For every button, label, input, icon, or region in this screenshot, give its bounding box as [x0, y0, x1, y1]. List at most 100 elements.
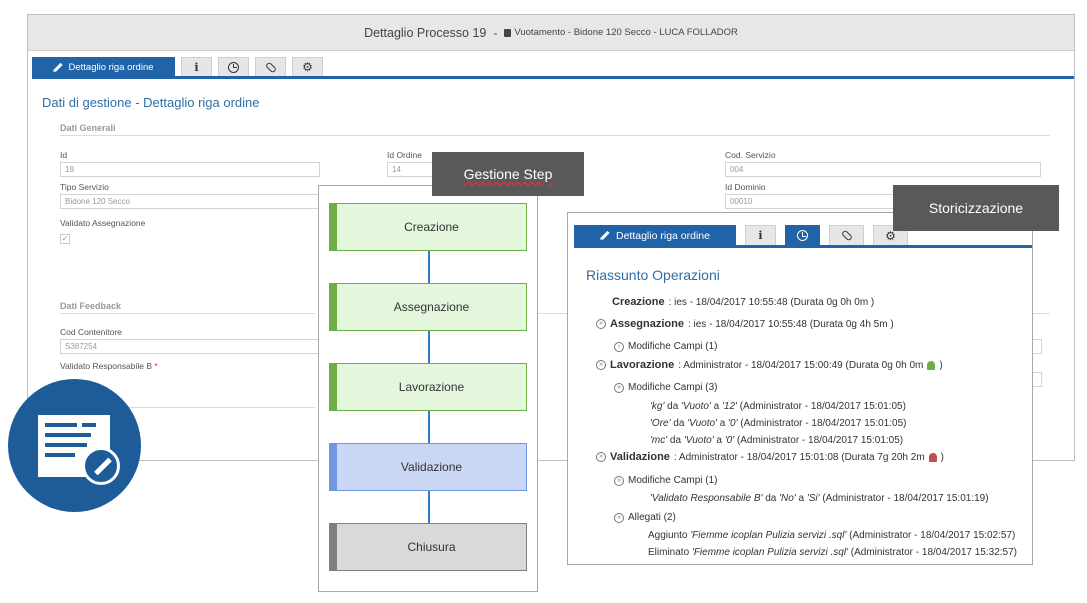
tipo-servizio-field[interactable]: Bidone 120 Secco	[60, 194, 320, 209]
changes-toggle[interactable]: › Modifiche Campi (1)	[614, 341, 717, 352]
field-label-id-ordine: Id Ordine	[387, 150, 422, 160]
collapse-icon[interactable]: »	[596, 319, 606, 329]
gestione-step-callout: Gestione Step	[432, 152, 584, 196]
info-icon: i	[194, 60, 199, 74]
change-tail: (Administrator - 18/04/2017 15:01:19)	[819, 493, 989, 504]
id-field[interactable]: 19	[60, 162, 320, 177]
change-item: 'Ore' da 'Vuoto' a '0' (Administrator - …	[650, 418, 906, 429]
paperclip-icon	[840, 229, 853, 242]
document-line	[45, 433, 91, 437]
tab-dettaglio-riga-ordine[interactable]: Dettaglio riga ordine	[32, 57, 175, 77]
validato-assegnazione-checkbox[interactable]: ✓	[60, 234, 70, 244]
collapse-icon: »	[614, 512, 624, 523]
changes-toggle[interactable]: » Modifiche Campi (1)	[614, 475, 717, 486]
entry-detail-close: )	[939, 359, 943, 371]
cod-contenitore-field[interactable]: S387254	[60, 339, 320, 354]
history-entry-lavorazione: » Lavorazione : Administrator - 18/04/20…	[596, 359, 943, 371]
change-mid: da	[762, 493, 780, 504]
entry-name: Lavorazione	[610, 359, 675, 371]
step-label: Assegnazione	[393, 300, 470, 314]
tab-info[interactable]: i	[745, 225, 776, 246]
pen-icon	[94, 457, 112, 476]
step-connector	[428, 491, 430, 523]
change-to: 'Si'	[806, 493, 820, 504]
step-lavorazione[interactable]: Lavorazione	[329, 363, 527, 411]
section-divider	[60, 135, 1050, 136]
change-field: 'kg'	[650, 401, 665, 412]
change-field: 'mc'	[650, 435, 668, 446]
change-item: 'kg' da 'Vuoto' a '12' (Administrator - …	[650, 401, 906, 412]
pen-badge	[82, 447, 120, 485]
step-validazione[interactable]: Validazione	[329, 443, 527, 491]
step-assegnazione[interactable]: Assegnazione	[329, 283, 527, 331]
tab-attachments[interactable]	[829, 225, 864, 246]
history-heading: Riassunto Operazioni	[586, 267, 720, 283]
required-mark: *	[154, 361, 158, 371]
pencil-icon	[53, 62, 64, 72]
collapse-icon[interactable]: »	[596, 452, 606, 462]
history-entry-validazione: » Validazione : Administrator - 18/04/20…	[596, 451, 944, 463]
attachments-label: Allegati (2)	[628, 512, 676, 523]
tab-dettaglio-riga-ordine[interactable]: Dettaglio riga ordine	[574, 225, 736, 246]
step-connector	[428, 331, 430, 363]
steps-panel: Creazione Assegnazione Lavorazione Valid…	[318, 185, 538, 592]
collapse-icon: »	[614, 382, 624, 393]
tabbar-underline	[32, 76, 1074, 79]
field-label-validato-assegnazione: Validato Assegnazione	[60, 218, 146, 228]
paperclip-icon	[264, 60, 277, 74]
callout-label: Gestione Step	[463, 166, 553, 182]
change-from: 'Vuoto'	[681, 401, 711, 412]
document-line	[45, 453, 75, 457]
main-tabbar: Dettaglio riga ordine i ⚙	[32, 57, 1074, 77]
entry-detail: : ies - 18/04/2017 10:55:48 (Durata 0g 4…	[687, 318, 894, 330]
attachment-file[interactable]: 'Fiemme icoplan Pulizia servizi .sql'	[692, 547, 848, 558]
document-edit-icon	[8, 379, 141, 512]
change-mid: a	[710, 401, 722, 412]
changes-toggle[interactable]: » Modifiche Campi (3)	[614, 382, 717, 393]
changes-label: Modifiche Campi (3)	[628, 382, 718, 393]
section-title-generali: Dati Generali	[60, 123, 116, 133]
tab-info[interactable]: i	[181, 57, 212, 77]
step-label: Creazione	[404, 220, 459, 234]
attachment-tail: (Administrator - 18/04/2017 15:02:57)	[846, 530, 1016, 541]
history-panel: Dettaglio riga ordine i ⚙ Riassunto Oper…	[567, 212, 1033, 565]
step-connector	[428, 411, 430, 443]
field-label-id: Id	[60, 150, 68, 160]
document-line	[45, 443, 87, 447]
bell-icon	[927, 360, 936, 370]
tabbar-underline	[574, 245, 1032, 248]
change-mid: da	[667, 435, 684, 446]
clock-icon	[797, 230, 808, 241]
change-mid: da	[670, 418, 688, 429]
entry-name: Validazione	[610, 451, 670, 463]
tab-history[interactable]	[785, 225, 820, 246]
tab-attachments[interactable]	[255, 57, 286, 77]
attachment-file[interactable]: 'Fiemme icoplan Pulizia servizi .sql'	[690, 530, 846, 541]
field-label-cod-contenitore: Cod Contenitore	[60, 327, 122, 337]
attachments-toggle[interactable]: » Allegati (2)	[614, 512, 676, 523]
attachment-action: Aggiunto	[648, 530, 691, 541]
entry-detail: : ies - 18/04/2017 10:55:48 (Durata 0g 0…	[668, 296, 875, 308]
cod-servizio-field[interactable]: 004	[725, 162, 1041, 177]
title-separator: -	[493, 25, 498, 40]
collapse-icon[interactable]: »	[596, 360, 606, 370]
change-field: 'Ore'	[650, 418, 671, 429]
section-title-feedback: Dati Feedback	[60, 301, 122, 311]
step-chiusura[interactable]: Chiusura	[329, 523, 527, 571]
tab-settings[interactable]: ⚙	[292, 57, 323, 77]
tab-history[interactable]	[218, 57, 249, 77]
entry-detail: : Administrator - 18/04/2017 15:00:49 (D…	[678, 359, 924, 371]
change-from: 'Vuoto'	[687, 418, 717, 429]
change-to: '0'	[728, 418, 738, 429]
info-icon: i	[758, 229, 763, 242]
change-item: 'mc' da 'Vuoto' a '0' (Administrator - 1…	[650, 435, 903, 446]
document-line	[45, 423, 77, 427]
step-label: Validazione	[400, 460, 463, 474]
trash-icon	[504, 28, 512, 37]
step-creazione[interactable]: Creazione	[329, 203, 527, 251]
attachment-item: Aggiunto 'Fiemme icoplan Pulizia servizi…	[648, 530, 1015, 541]
window-subtitle: Vuotamento - Bidone 120 Secco - LUCA FOL…	[504, 27, 738, 38]
window-title: Dettaglio Processo 19	[364, 25, 487, 40]
field-label-id-dominio: Id Dominio	[725, 182, 766, 192]
id-dominio-field[interactable]: 00010	[725, 194, 895, 209]
